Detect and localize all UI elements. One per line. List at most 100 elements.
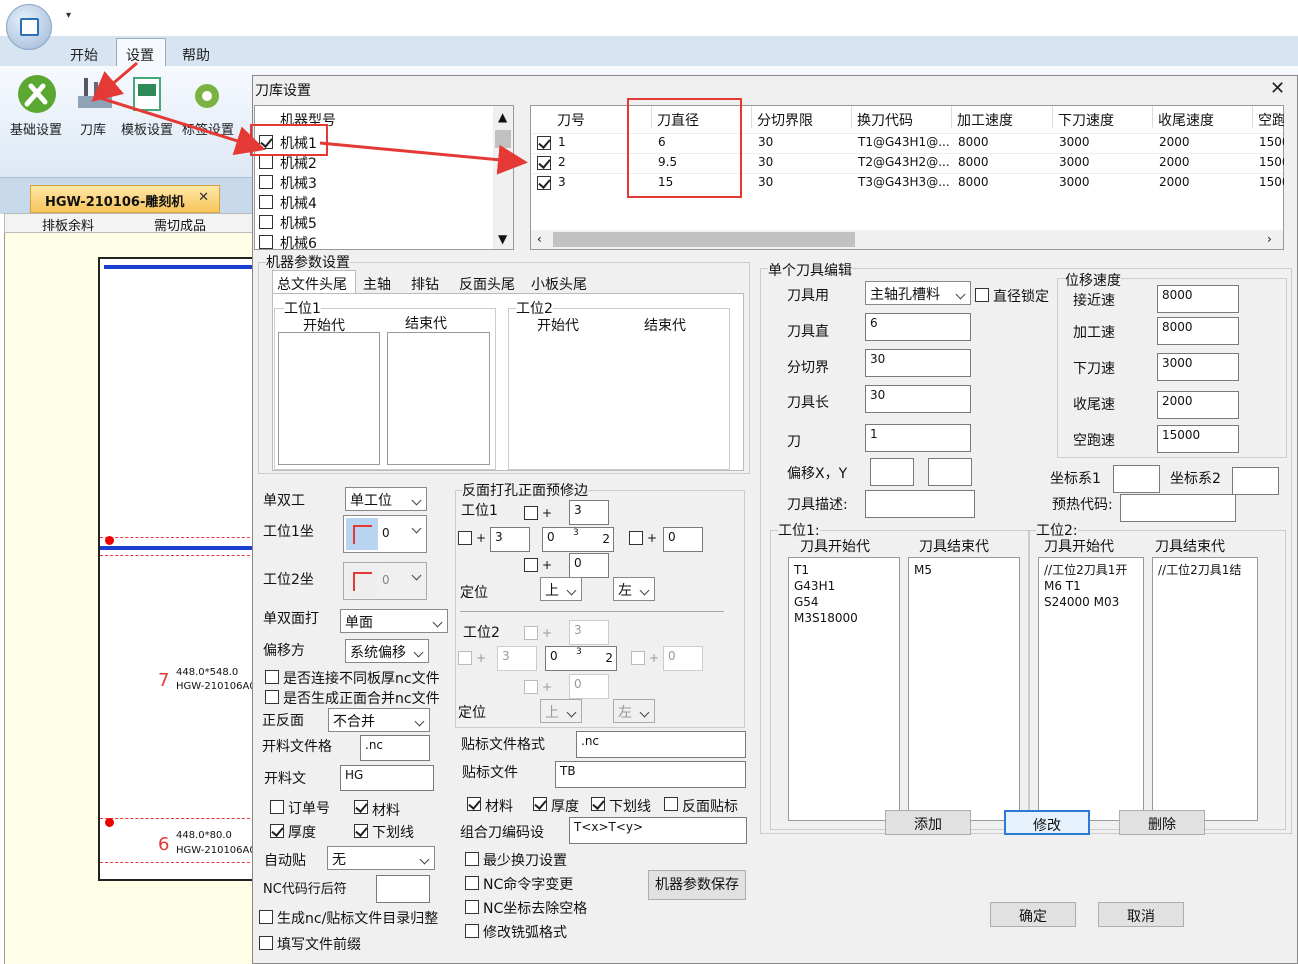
tool-enabled-checkbox[interactable] — [537, 176, 551, 190]
auto-label-select[interactable]: 无 — [327, 846, 435, 870]
tool-use-select[interactable]: 主轴孔槽料 — [865, 281, 971, 305]
subtab-remnants[interactable]: 排板余料 — [42, 215, 94, 234]
position-v-select[interactable]: 上 — [540, 699, 582, 723]
quick-access-dropdown[interactable]: ▾ — [66, 10, 71, 21]
thickness-checkbox[interactable] — [270, 824, 284, 838]
ok-button[interactable]: 确定 — [990, 902, 1076, 927]
machine-list-item[interactable]: 机械5 — [256, 213, 492, 233]
st1-end-code-input[interactable]: M5 — [908, 557, 1020, 821]
grid-column-header[interactable]: 空跑 — [1258, 110, 1284, 130]
nc-cmd-checkbox[interactable] — [465, 876, 479, 890]
machine-checkbox[interactable] — [259, 195, 273, 209]
offset-input[interactable]: 3 — [497, 646, 537, 671]
tab-file-head-tail[interactable]: 总文件头尾 — [277, 274, 347, 294]
offset-select[interactable]: 系统偏移 — [345, 639, 429, 663]
tool-enabled-checkbox[interactable] — [537, 156, 551, 170]
template-settings-icon[interactable] — [128, 74, 170, 114]
coord2-input[interactable] — [1232, 467, 1279, 495]
subtab-cut-parts[interactable]: 需切成品 — [154, 215, 206, 234]
offset-checkbox[interactable] — [524, 506, 538, 520]
material-checkbox[interactable] — [354, 800, 368, 814]
grid-column-header[interactable]: 收尾速度 — [1158, 110, 1254, 130]
save-params-button[interactable]: 机器参数保存 — [648, 870, 746, 900]
delete-button[interactable]: 删除 — [1119, 810, 1205, 835]
offset-input[interactable]: 0 — [663, 646, 703, 671]
chevron-left-icon[interactable]: ‹ — [537, 232, 542, 246]
offset-checkbox[interactable] — [524, 558, 538, 572]
machine-list-scrollbar[interactable] — [493, 106, 513, 249]
tab-spindle[interactable]: 主轴 — [363, 274, 391, 294]
split-limit-input[interactable]: 30 — [865, 349, 971, 377]
cancel-button[interactable]: 取消 — [1098, 902, 1184, 927]
grid-column-header[interactable]: 分切界限 — [757, 110, 853, 130]
tab-small-board-head-tail[interactable]: 小板头尾 — [531, 274, 587, 294]
tool-enabled-checkbox[interactable] — [537, 136, 551, 150]
machine-checkbox[interactable] — [259, 175, 273, 189]
cut-format-input[interactable]: .nc — [360, 735, 430, 761]
preheat-input[interactable] — [1120, 494, 1236, 522]
st2-end-code-input[interactable]: //工位2刀具1结 — [1152, 557, 1258, 821]
single-double-select[interactable]: 单工位 — [345, 487, 427, 511]
face-select[interactable]: 单面 — [340, 609, 448, 633]
tool-dia-input[interactable]: 6 — [865, 313, 971, 341]
document-tab[interactable]: HGW-210106-雕刻机 ✕ — [30, 185, 220, 213]
machine-list-item[interactable]: 机械3 — [256, 173, 492, 193]
offset-checkbox[interactable] — [458, 651, 472, 665]
basic-settings-button[interactable]: 基础设置 — [10, 119, 62, 138]
min-change-checkbox[interactable] — [465, 852, 479, 866]
offset-input[interactable]: 3 — [569, 500, 609, 525]
offset-checkbox[interactable] — [524, 626, 538, 640]
chevron-up-icon[interactable]: ▲ — [498, 110, 507, 124]
offset-grid-control[interactable]: 032 — [542, 527, 614, 552]
label-thickness-checkbox[interactable] — [533, 797, 547, 811]
chevron-right-icon[interactable]: › — [1267, 232, 1272, 246]
approach-input[interactable]: 8000 — [1157, 285, 1239, 313]
reverse-label-checkbox[interactable] — [664, 797, 678, 811]
merge-nc-checkbox[interactable] — [265, 690, 279, 704]
machine-checkbox[interactable] — [259, 235, 273, 249]
offset-grid-control[interactable]: 032 — [545, 646, 617, 671]
position-h-select[interactable]: 左 — [613, 699, 655, 723]
label-settings-button[interactable]: 标签设置 — [182, 119, 234, 138]
nc-line-input[interactable] — [376, 875, 430, 903]
coord1-input[interactable] — [1113, 465, 1160, 493]
down-input[interactable]: 3000 — [1157, 353, 1239, 381]
offset-input[interactable]: 3 — [490, 527, 530, 552]
arc-format-checkbox[interactable] — [465, 924, 479, 938]
tab-start[interactable]: 开始 — [70, 45, 98, 65]
offset-input[interactable]: 0 — [569, 553, 609, 578]
chevron-down-icon[interactable]: ▼ — [498, 232, 507, 246]
offset-checkbox[interactable] — [629, 531, 643, 545]
label-settings-icon[interactable] — [186, 76, 228, 116]
offset-checkbox[interactable] — [458, 531, 472, 545]
label-file-input[interactable]: TB — [555, 761, 746, 788]
add-button[interactable]: 添加 — [885, 810, 971, 835]
process-input[interactable]: 8000 — [1157, 317, 1239, 345]
gen-dir-checkbox[interactable] — [259, 910, 273, 924]
offset-checkbox[interactable] — [524, 680, 538, 694]
offset-checkbox[interactable] — [631, 651, 645, 665]
st2-start-code-input[interactable]: //工位2刀具1开 M6 T1 S24000 M03 — [1038, 557, 1144, 821]
machine-checkbox[interactable] — [259, 155, 273, 169]
basic-settings-icon[interactable] — [16, 74, 58, 114]
tab-help[interactable]: 帮助 — [182, 45, 210, 65]
station1-end-code-input[interactable] — [387, 332, 490, 465]
grid-column-header[interactable]: 下刀速度 — [1058, 110, 1154, 130]
tab-reverse-head-tail[interactable]: 反面头尾 — [459, 274, 515, 294]
tool-library-icon[interactable] — [74, 74, 116, 114]
template-settings-button[interactable]: 模板设置 — [121, 119, 173, 138]
label-underline-checkbox[interactable] — [591, 797, 605, 811]
machine-checkbox[interactable] — [259, 215, 273, 229]
machine-list-item[interactable]: 机械2 — [256, 153, 492, 173]
idle-input[interactable]: 15000 — [1157, 425, 1239, 453]
conn-nc-checkbox[interactable] — [265, 670, 279, 684]
underline-checkbox[interactable] — [354, 824, 368, 838]
combo-code-input[interactable]: T<x>T<y> — [569, 817, 747, 844]
scrollbar-thumb[interactable] — [495, 130, 511, 148]
order-no-checkbox[interactable] — [270, 800, 284, 814]
tail-input[interactable]: 2000 — [1157, 391, 1239, 419]
close-icon[interactable]: ✕ — [198, 190, 209, 205]
front-back-select[interactable]: 不合并 — [328, 708, 430, 732]
offset-input[interactable]: 3 — [569, 620, 609, 645]
nc-space-checkbox[interactable] — [465, 900, 479, 914]
